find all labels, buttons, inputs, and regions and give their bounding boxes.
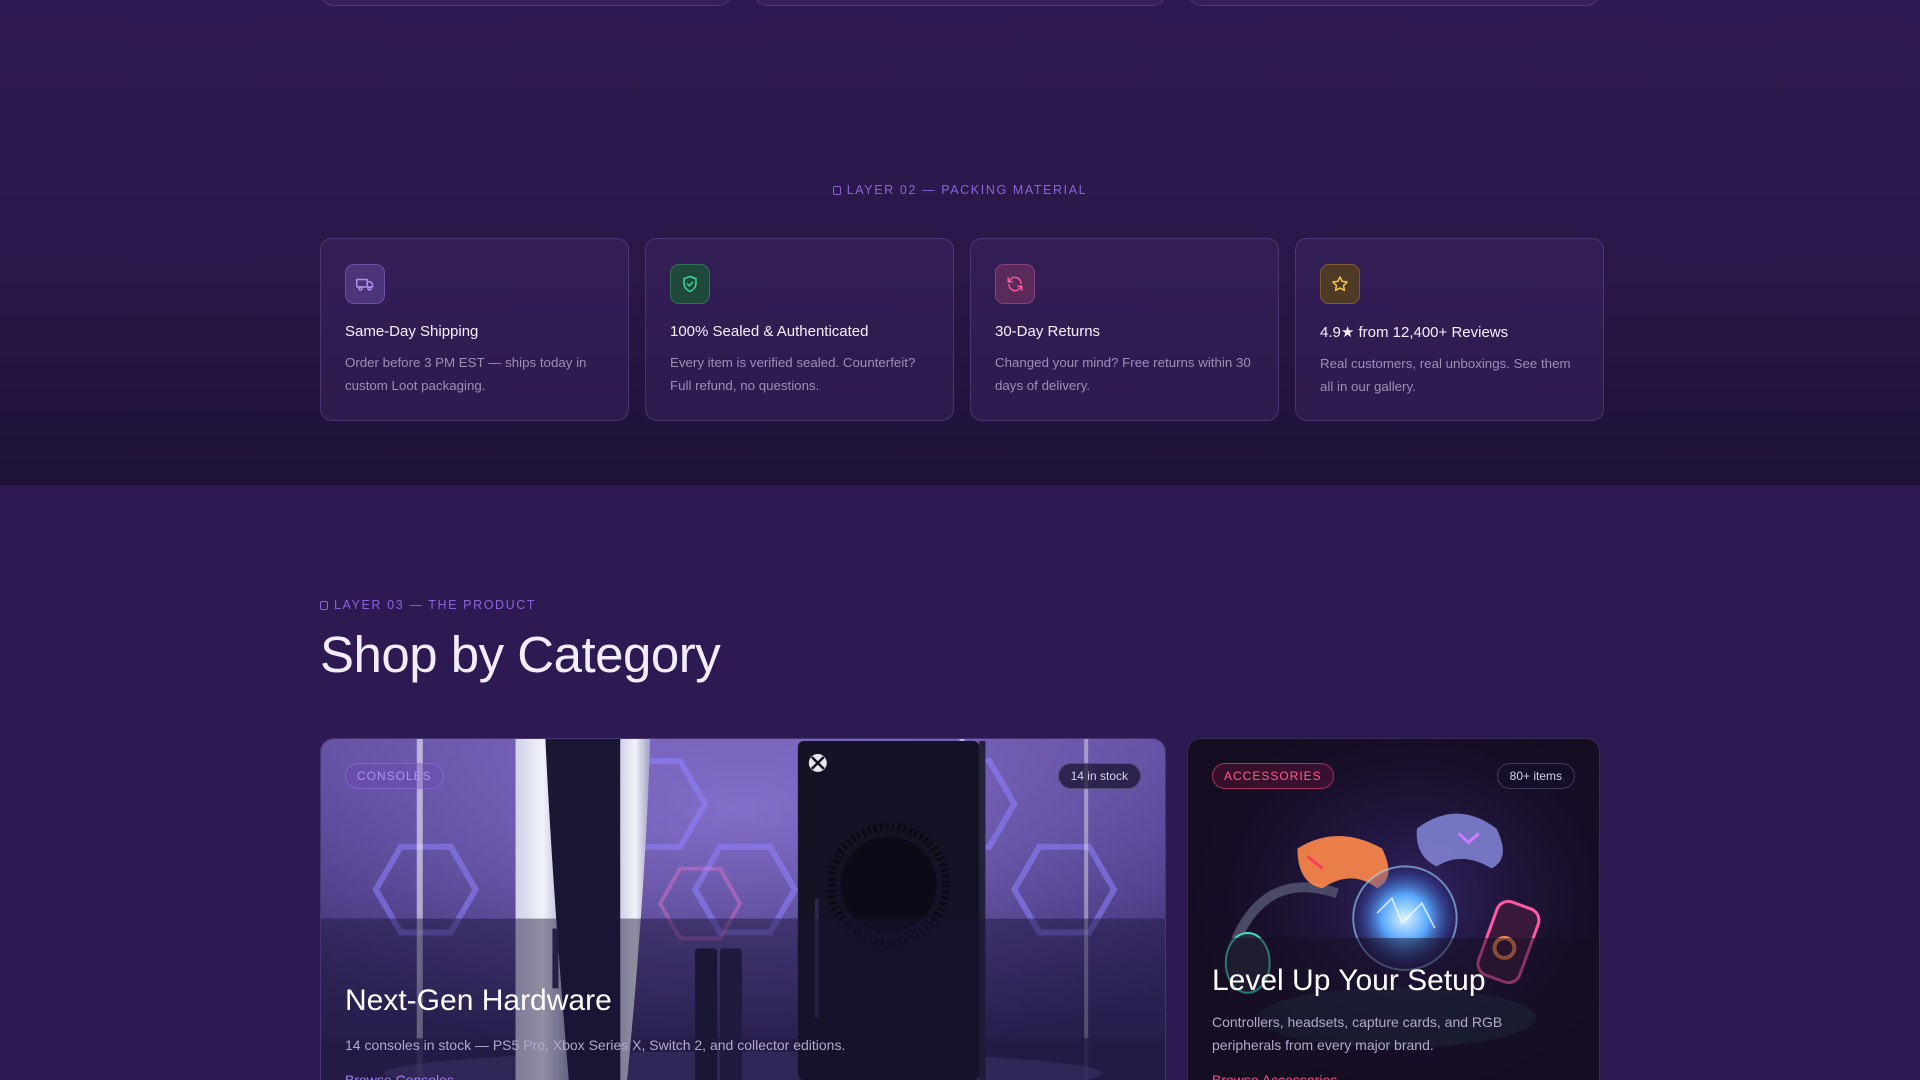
box-icon [832, 185, 841, 195]
feature-list: Same-Day Shipping Order before 3 PM EST … [320, 238, 1604, 421]
section-eyebrow: LAYER 02 — PACKING MATERIAL [0, 183, 1920, 197]
feature-description: Real customers, real unboxings. See them… [1320, 356, 1571, 394]
feature-card-shipping: Same-Day Shipping Order before 3 PM EST … [320, 238, 629, 421]
category-tag: CONSOLES [345, 763, 444, 789]
category-description: 14 consoles in stock — PS5 Pro, Xbox Ser… [345, 1037, 846, 1053]
feature-card-reviews: 4.9★ from 12,400+ Reviews Real customers… [1295, 238, 1604, 421]
feature-description: Order before 3 PM EST — ships today in c… [345, 355, 587, 393]
previous-card [1188, 0, 1600, 6]
category-card-accessories[interactable]: ACCESSORIES 80+ items Level Up Your Setu… [1187, 738, 1600, 1080]
section-eyebrow: LAYER 03 — THE PRODUCT [320, 598, 536, 612]
category-section: LAYER 03 — THE PRODUCT Shop by Category [0, 485, 1920, 1080]
items-badge: 80+ items [1496, 763, 1575, 789]
box-icon [320, 600, 328, 610]
category-card-consoles[interactable]: CONSOLES 14 in stock Next-Gen Hardware 1… [320, 738, 1166, 1080]
stock-badge: 14 in stock [1057, 763, 1141, 789]
feature-card-authentic: 100% Sealed & Authenticated Every item i… [645, 238, 954, 421]
previous-cards-row [320, 0, 1600, 6]
shield-check-icon [670, 264, 710, 304]
truck-icon [345, 264, 385, 304]
category-title: Level Up Your Setup [1212, 964, 1486, 997]
browse-accessories-link[interactable]: Browse Accessories → [1212, 1072, 1355, 1080]
eyebrow-label: LAYER 02 — PACKING MATERIAL [846, 183, 1088, 197]
previous-card [754, 0, 1166, 6]
eyebrow-label: LAYER 03 — THE PRODUCT [334, 598, 537, 612]
feature-card-returns: 30-Day Returns Changed your mind? Free r… [970, 238, 1279, 421]
category-title: Next-Gen Hardware [345, 984, 612, 1017]
feature-description: Every item is verified sealed. Counterfe… [670, 355, 916, 393]
feature-description: Changed your mind? Free returns within 3… [995, 355, 1251, 393]
previous-card [320, 0, 732, 6]
feature-title: Same-Day Shipping [345, 323, 479, 340]
star-icon [1320, 264, 1360, 304]
page-title: Shop by Category [320, 626, 721, 683]
trust-section: LAYER 02 — PACKING MATERIAL Same-Day Shi… [0, 0, 1920, 485]
feature-title: 100% Sealed & Authenticated [670, 323, 869, 340]
browse-consoles-link[interactable]: Browse Consoles → [345, 1072, 472, 1080]
feature-title: 4.9★ from 12,400+ Reviews [1320, 324, 1509, 341]
category-tag: ACCESSORIES [1212, 763, 1334, 789]
refresh-icon [995, 264, 1035, 304]
category-description: Controllers, headsets, capture cards, an… [1212, 1014, 1503, 1053]
feature-title: 30-Day Returns [995, 323, 1101, 340]
consoles-hero-image [321, 739, 1165, 1080]
